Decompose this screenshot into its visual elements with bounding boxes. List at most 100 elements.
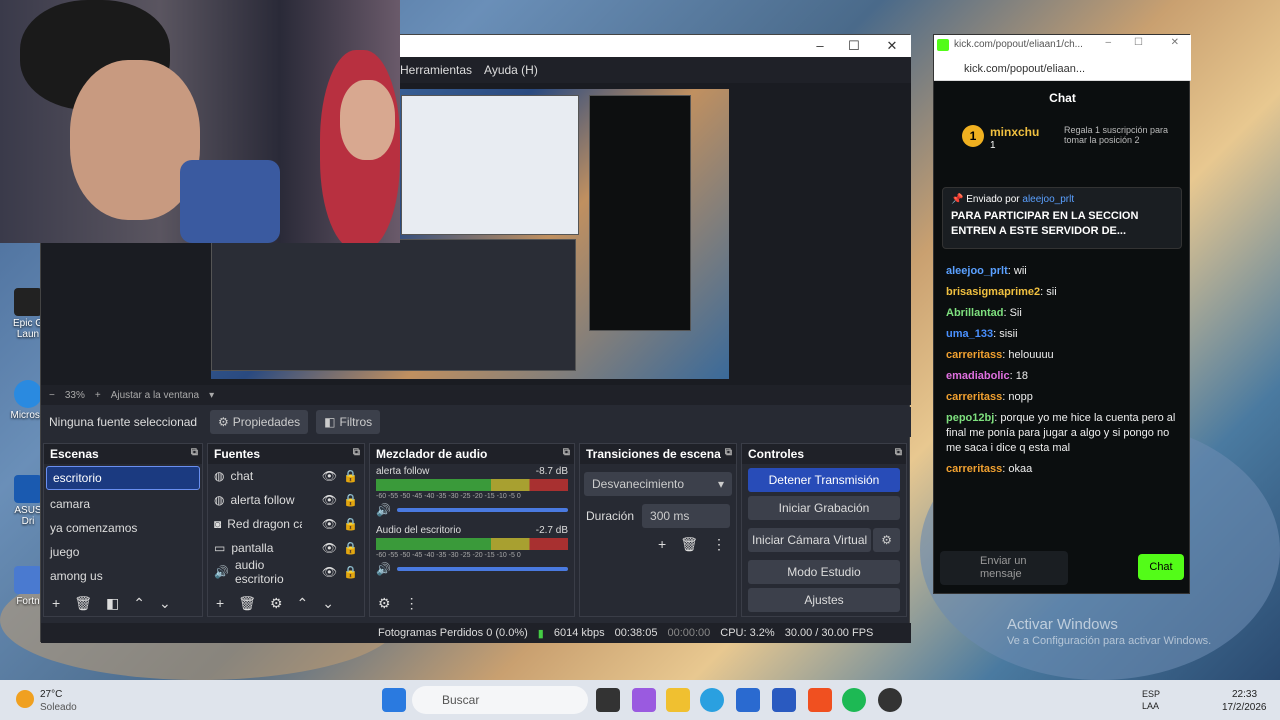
stop-stream-button[interactable]: Detener Transmisión	[748, 468, 900, 492]
scene-item[interactable]: among us	[44, 564, 202, 588]
source-item[interactable]: ◍ alerta follow 👁 🔒	[208, 488, 364, 512]
stream-time: 00:38:05	[614, 627, 658, 639]
task-view-icon[interactable]	[596, 688, 620, 712]
settings-button[interactable]: Ajustes	[748, 588, 900, 612]
menu-ayuda[interactable]: Ayuda (H)	[484, 63, 538, 77]
start-recording-button[interactable]: Iniciar Grabación	[748, 496, 900, 520]
filter-icon[interactable]: ◧	[106, 595, 119, 612]
source-item[interactable]: ◍ chat 👁 🔒	[208, 464, 364, 488]
chat-username[interactable]: carreritass	[946, 391, 1002, 403]
minimize-icon[interactable]: –	[805, 38, 835, 54]
lock-icon[interactable]: 🔒	[343, 517, 358, 531]
speaker-icon[interactable]: 🔊	[376, 562, 391, 576]
more-icon[interactable]: ⋮	[405, 595, 419, 612]
lock-icon[interactable]: 🔒	[343, 565, 358, 579]
pinned-message[interactable]: 📌 Enviado por aleejoo_prlt PARA PARTICIP…	[942, 187, 1182, 249]
lock-icon[interactable]: 🔒	[343, 469, 358, 483]
popout-icon[interactable]: ⧉	[353, 447, 360, 458]
volume-slider[interactable]	[396, 508, 568, 512]
weather-temp[interactable]: 27°C	[40, 689, 62, 700]
menu-herramientas[interactable]: Herramientas	[400, 63, 472, 77]
zoom-fit[interactable]: Ajustar a la ventana	[111, 390, 199, 401]
clock-time[interactable]: 22:33	[1232, 689, 1257, 700]
chat-username[interactable]: uma_133	[946, 328, 993, 340]
filters-button[interactable]: ◧ Filtros	[316, 410, 381, 434]
speaker-icon[interactable]: 🔊	[376, 503, 391, 517]
windows-start-icon[interactable]	[382, 688, 406, 712]
chevron-down-icon[interactable]: ▾	[209, 390, 214, 401]
sources-dock: Fuentes ⧉ ◍ chat 👁 🔒 ◍ alerta follow 👁 🔒 ◙ Red d…	[207, 443, 365, 617]
gift-cta[interactable]: Regala 1 suscripción para tomar la posic…	[1064, 125, 1184, 145]
outlook-icon[interactable]	[772, 688, 796, 712]
maximize-icon[interactable]: ☐	[1134, 37, 1143, 48]
brave-icon[interactable]	[808, 688, 832, 712]
gear-icon[interactable]: ⚙	[270, 595, 283, 612]
chat-username[interactable]: carreritass	[946, 463, 1002, 475]
send-chat-button[interactable]: Chat	[1138, 554, 1184, 580]
chat-username[interactable]: brisasigmaprime2	[946, 286, 1040, 298]
studio-mode-button[interactable]: Modo Estudio	[748, 560, 900, 584]
lang[interactable]: ESP	[1142, 689, 1160, 699]
edge-icon[interactable]	[700, 688, 724, 712]
duration-input[interactable]: 300 ms	[642, 504, 730, 528]
chat-message: emadiabolic: 18	[946, 370, 1028, 382]
popout-icon[interactable]: ⧉	[563, 447, 570, 458]
spotify-icon[interactable]	[842, 688, 866, 712]
chat-username[interactable]: carreritass	[946, 349, 1002, 361]
gear-icon[interactable]: ⚙	[873, 528, 900, 552]
chat-username[interactable]: pepo12bj	[946, 412, 994, 424]
source-item[interactable]: ▭ pantalla 👁 🔒	[208, 536, 364, 560]
trash-icon[interactable]: 🗑	[238, 595, 256, 612]
down-icon[interactable]: ⌄	[322, 595, 334, 612]
transition-select[interactable]: Desvanecimiento ▾	[584, 472, 732, 496]
zoom-in-button[interactable]: +	[95, 390, 101, 401]
taskbar-search[interactable]: Buscar	[412, 686, 588, 714]
popout-icon[interactable]: ⧉	[191, 447, 198, 458]
more-icon[interactable]: ⋮	[712, 536, 726, 553]
taskbar: 27°C Soleado Buscar ESP LAA 22:33 17/2/2…	[0, 680, 1280, 720]
volume-slider[interactable]	[396, 567, 568, 571]
trash-icon[interactable]: 🗑	[680, 536, 698, 553]
scene-item[interactable]: juego	[44, 540, 202, 564]
eye-icon[interactable]: 👁	[322, 517, 337, 531]
add-icon[interactable]: +	[216, 595, 224, 611]
source-item[interactable]: ◙Red dragon cam👁🔒	[208, 512, 364, 536]
trash-icon[interactable]: 🗑	[74, 595, 92, 612]
add-icon[interactable]: +	[52, 595, 60, 611]
up-icon[interactable]: ⌃	[133, 595, 145, 612]
store-icon[interactable]	[736, 688, 760, 712]
file-explorer-icon[interactable]	[666, 688, 690, 712]
scene-item[interactable]: escritorio	[46, 466, 200, 490]
zoom-out-button[interactable]: −	[49, 390, 55, 401]
properties-button[interactable]: ⚙ Propiedades	[210, 410, 309, 434]
add-icon[interactable]: +	[658, 536, 666, 553]
source-toolbar: Ninguna fuente seleccionad ⚙ Propiedades …	[41, 407, 911, 437]
eye-icon[interactable]: 👁	[322, 541, 337, 555]
popout-icon[interactable]: ⧉	[895, 447, 902, 458]
url-bar[interactable]: kick.com/popout/eliaan...	[934, 57, 1191, 81]
scene-item[interactable]: ya comenzamos	[44, 516, 202, 540]
eye-icon[interactable]: 👁	[322, 469, 337, 483]
down-icon[interactable]: ⌄	[159, 595, 171, 612]
virtual-camera-button[interactable]: Iniciar Cámara Virtual	[748, 528, 872, 552]
chat-input[interactable]: Enviar un mensaje	[940, 551, 1068, 585]
eye-icon[interactable]: 👁	[322, 493, 337, 507]
close-icon[interactable]: ✕	[1171, 37, 1179, 48]
minimize-icon[interactable]: –	[1105, 37, 1111, 48]
popout-icon[interactable]: ⧉	[725, 447, 732, 458]
source-item[interactable]: 🔊 audio escritorio 👁 🔒	[208, 558, 364, 586]
chat-username[interactable]: emadiabolic	[946, 370, 1010, 382]
audio-meter	[376, 479, 568, 491]
scene-item[interactable]: camara	[44, 492, 202, 516]
close-icon[interactable]: ✕	[877, 38, 907, 54]
chat-username[interactable]: Abrillantad	[946, 307, 1003, 319]
settings-icon[interactable]: ⚙	[378, 595, 391, 612]
lock-icon[interactable]: 🔒	[343, 541, 358, 555]
lock-icon[interactable]: 🔒	[343, 493, 358, 507]
obs-icon[interactable]	[878, 688, 902, 712]
up-icon[interactable]: ⌃	[297, 595, 309, 612]
maximize-icon[interactable]: ☐	[839, 38, 869, 54]
copilot-icon[interactable]	[632, 688, 656, 712]
eye-icon[interactable]: 👁	[322, 565, 337, 579]
chat-username[interactable]: aleejoo_prlt	[946, 265, 1008, 277]
